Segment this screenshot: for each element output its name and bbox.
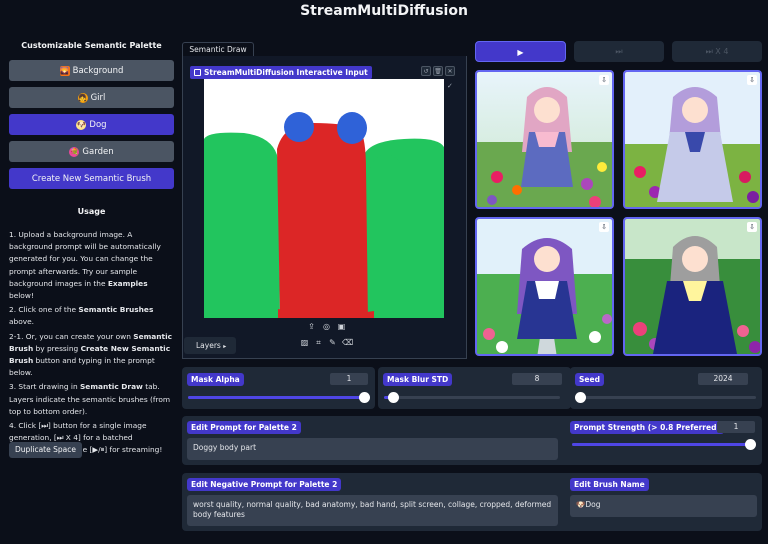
create-brush-button[interactable]: Create New Semantic Brush (9, 168, 174, 189)
prompt-panel: Edit Prompt for Palette 2 Doggy body par… (182, 416, 762, 465)
duplicate-space-button[interactable]: Duplicate Space (9, 442, 82, 458)
mask-blur-value[interactable]: 8 (512, 373, 562, 385)
download-icon[interactable]: ⇩ (599, 75, 609, 85)
negative-prompt-input[interactable]: worst quality, normal quality, bad anato… (187, 495, 558, 526)
brush-girl-button[interactable]: 👧 Girl (9, 87, 174, 108)
usage-step-2-1: 2-1. Or, you can create your own Semanti… (9, 331, 172, 378)
eraser-icon[interactable]: ⌫ (342, 338, 353, 347)
canvas-toolbar-bottom: ▨ ⌗ ✎ ⌫ (300, 338, 354, 347)
brush-label: Girl (90, 92, 106, 103)
mask-blur-slider[interactable] (384, 392, 560, 403)
prompt-label: Edit Prompt for Palette 2 (187, 421, 301, 434)
result-image-2[interactable]: ⇩ (623, 70, 762, 209)
drawing-canvas[interactable] (204, 79, 444, 318)
negative-prompt-panel: Edit Negative Prompt for Palette 2 worst… (182, 473, 762, 531)
result-image-art (477, 219, 612, 354)
brush-label: Dog (89, 119, 107, 130)
mid-garden-region (367, 154, 400, 318)
download-icon[interactable]: ⇩ (599, 222, 609, 232)
usage-title: Usage (77, 207, 106, 216)
mask-alpha-value[interactable]: 1 (330, 373, 368, 385)
seed-value[interactable]: 2024 (698, 373, 748, 385)
brush-garden-button[interactable]: 💐 Garden (9, 141, 174, 162)
seed-label: Seed (575, 373, 604, 386)
image-icon (194, 69, 201, 76)
interactive-input-label: StreamMultiDiffusion Interactive Input (190, 66, 372, 79)
dog-ear-right (337, 112, 367, 144)
palette-title: Customizable Semantic Palette (21, 41, 162, 50)
brush-dog-button[interactable]: 🐶 Dog (9, 114, 174, 135)
upload-icon[interactable]: ⇪ (307, 322, 316, 331)
download-icon[interactable]: ⇩ (747, 75, 757, 85)
result-image-art (625, 219, 760, 354)
result-image-art (477, 72, 612, 207)
usage-instructions: 1. Upload a background image. A backgrou… (9, 229, 174, 457)
result-image-4[interactable]: ⇩ (623, 217, 762, 356)
slider-thumb[interactable] (745, 439, 756, 450)
layers-button[interactable]: Layers ▸ (184, 337, 236, 354)
clear-icon[interactable]: 🗑 (433, 66, 443, 76)
usage-step-1: 1. Upload a background image. A backgrou… (9, 230, 161, 301)
chevron-right-icon: ▸ (223, 343, 227, 350)
mask-blur-label: Mask Blur STD (383, 373, 453, 386)
seed-slider[interactable] (575, 392, 756, 403)
close-icon[interactable]: ✕ (445, 66, 455, 76)
brush-name-label: Edit Brush Name (570, 478, 649, 491)
image-tool-icon[interactable]: ▨ (300, 338, 309, 347)
dog-ear-left (284, 112, 314, 142)
clipboard-icon[interactable]: ▣ (337, 322, 346, 331)
result-image-3[interactable]: ⇩ (475, 217, 614, 356)
brush-background-button[interactable]: 🌄 Background (9, 60, 174, 81)
slider-thumb[interactable] (387, 392, 399, 403)
slider-fill (572, 443, 750, 446)
single-generate-button[interactable]: ⏭ (574, 41, 664, 62)
brush-label: Garden (82, 146, 114, 157)
slider-thumb[interactable] (359, 392, 370, 403)
canvas-header-icons: ↺ 🗑 ✕ (421, 66, 455, 76)
prompt-strength-value[interactable]: 1 (717, 421, 755, 433)
usage-step-2: 2. Click one of the Semantic Brushes abo… (9, 305, 154, 327)
prompt-strength-slider[interactable] (572, 439, 756, 450)
tab-semantic-draw[interactable]: Semantic Draw (182, 42, 254, 57)
result-image-1[interactable]: ⇩ (475, 70, 614, 209)
crop-icon[interactable]: ⌗ (314, 338, 323, 347)
canvas-drawing (204, 112, 444, 318)
prompt-strength-label: Prompt Strength (> 0.8 Preferred) (570, 421, 724, 434)
mask-alpha-slider[interactable] (188, 392, 370, 403)
seed-slider-panel: Seed 2024 (570, 367, 762, 409)
bouquet-icon: 💐 (69, 146, 80, 157)
stream-play-button[interactable]: ▶ (475, 41, 566, 62)
prompt-input[interactable]: Doggy body part (187, 438, 558, 460)
mask-alpha-slider-panel: Mask Alpha 1 (182, 367, 375, 409)
undo-icon[interactable]: ↺ (421, 66, 431, 76)
garden-region-left (204, 132, 280, 318)
result-image-art (625, 72, 760, 207)
brush-icon[interactable]: ✎ (328, 338, 337, 347)
left-sidebar: Customizable Semantic Palette 🌄 Backgrou… (9, 38, 174, 459)
dog-body-region (277, 123, 368, 318)
slider-thumb[interactable] (575, 392, 586, 403)
usage-step-3: 3. Start drawing in Semantic Draw tab. L… (9, 382, 171, 416)
brush-label: Background (72, 65, 124, 76)
batch-generate-button[interactable]: ⏭ X 4 (672, 41, 762, 62)
brush-name-input[interactable]: 🐶Dog (570, 495, 757, 517)
mask-blur-slider-panel: Mask Blur STD 8 (378, 367, 571, 409)
mask-alpha-label: Mask Alpha (187, 373, 244, 386)
girl-icon: 👧 (77, 92, 88, 103)
app-title: StreamMultiDiffusion (300, 3, 468, 19)
negative-prompt-label: Edit Negative Prompt for Palette 2 (187, 478, 342, 491)
check-icon[interactable]: ✓ (447, 82, 453, 90)
slider-fill (188, 396, 364, 399)
canvas-toolbar-top: ⇪ ◎ ▣ (307, 322, 346, 331)
sunrise-icon: 🌄 (59, 65, 70, 76)
webcam-icon[interactable]: ◎ (322, 322, 331, 331)
download-icon[interactable]: ⇩ (747, 222, 757, 232)
dog-icon: 🐶 (76, 119, 87, 130)
